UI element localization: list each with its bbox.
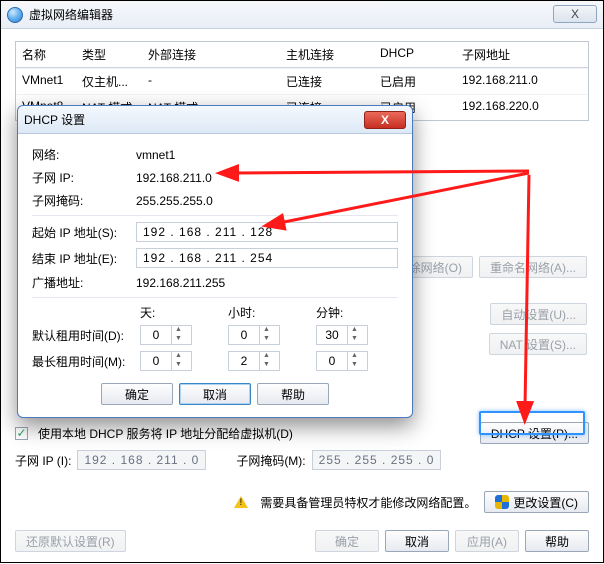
subnet-ip-value: 192.168.211.0	[136, 171, 398, 185]
cell-subnet: 192.168.220.0	[462, 99, 582, 116]
rename-network-button[interactable]: 重命名网络(A)...	[479, 256, 587, 278]
col-name: 名称	[22, 46, 82, 63]
dialog-title: DHCP 设置	[24, 111, 85, 128]
dialog-cancel-button[interactable]: 取消	[179, 383, 251, 405]
max-lease-days[interactable]: ▲▼	[140, 351, 192, 371]
network-label: 网络:	[32, 146, 136, 163]
window-titlebar: 虚拟网络编辑器 X	[1, 1, 603, 29]
subnet-ip-field[interactable]: 192 . 168 . 211 . 0	[77, 450, 206, 470]
cancel-button[interactable]: 取消	[385, 530, 449, 552]
dhcp-checkbox[interactable]: ✓	[15, 427, 28, 440]
dhcp-settings-dialog: DHCP 设置 X 网络: vmnet1 子网 IP: 192.168.211.…	[17, 105, 413, 418]
col-type: 类型	[82, 46, 148, 63]
dhcp-settings-button[interactable]: DHCP 设置(P)...	[480, 422, 589, 444]
change-settings-button[interactable]: 更改设置(C)	[484, 491, 589, 513]
start-ip-field[interactable]: 192 . 168 . 211 . 128	[136, 222, 398, 242]
apply-button[interactable]: 应用(A)	[455, 530, 519, 552]
cell-dhcp: 已启用	[380, 73, 462, 90]
col-subnet: 子网地址	[462, 46, 582, 63]
broadcast-value: 192.168.211.255	[136, 276, 398, 290]
ok-button[interactable]: 确定	[315, 530, 379, 552]
cell-name: VMnet1	[22, 73, 82, 90]
privilege-warning: 需要具备管理员特权才能修改网络配置。	[260, 494, 476, 511]
subnet-mask-label: 子网掩码:	[32, 192, 136, 209]
auto-settings-button[interactable]: 自动设置(U)...	[490, 303, 587, 325]
window-close-button[interactable]: X	[553, 5, 597, 23]
subnet-mask-value: 255.255.255.0	[136, 194, 398, 208]
dialog-help-button[interactable]: 帮助	[257, 383, 329, 405]
default-lease-label: 默认租用时间(D):	[32, 327, 136, 344]
col-ext: 外部连接	[148, 46, 286, 63]
end-ip-field[interactable]: 192 . 168 . 211 . 254	[136, 248, 398, 268]
table-header-row: 名称 类型 外部连接 主机连接 DHCP 子网地址	[16, 42, 588, 68]
subnet-mask-field[interactable]: 255 . 255 . 255 . 0	[312, 450, 442, 470]
default-lease-minutes[interactable]: ▲▼	[316, 325, 368, 345]
subnet-ip-label: 子网 IP (I):	[15, 452, 71, 469]
shield-icon	[495, 495, 509, 509]
nat-settings-button[interactable]: NAT 设置(S)...	[489, 333, 587, 355]
dialog-titlebar: DHCP 设置 X	[18, 106, 412, 134]
dialog-close-button[interactable]: X	[364, 111, 406, 129]
dialog-ok-button[interactable]: 确定	[101, 383, 173, 405]
col-dhcp: DHCP	[380, 46, 462, 63]
app-icon	[7, 7, 23, 23]
cell-type: 仅主机...	[82, 73, 148, 90]
default-lease-hours[interactable]: ▲▼	[228, 325, 280, 345]
subnet-mask-label: 子网掩码(M):	[236, 452, 305, 469]
network-value: vmnet1	[136, 148, 398, 162]
days-header: 天:	[140, 304, 192, 321]
start-ip-label: 起始 IP 地址(S):	[32, 224, 136, 241]
minutes-header: 分钟:	[316, 304, 368, 321]
max-lease-label: 最长租用时间(M):	[32, 353, 136, 370]
hours-header: 小时:	[228, 304, 280, 321]
end-ip-label: 结束 IP 地址(E):	[32, 250, 136, 267]
table-row[interactable]: VMnet1 仅主机... - 已连接 已启用 192.168.211.0	[16, 68, 588, 94]
restore-defaults-button[interactable]: 还原默认设置(R)	[15, 530, 126, 552]
col-host: 主机连接	[286, 46, 380, 63]
help-button[interactable]: 帮助	[525, 530, 589, 552]
dhcp-checkbox-label: 使用本地 DHCP 服务将 IP 地址分配给虚拟机(D)	[38, 425, 293, 442]
subnet-ip-label: 子网 IP:	[32, 169, 136, 186]
max-lease-hours[interactable]: ▲▼	[228, 351, 280, 371]
cell-ext: -	[148, 73, 286, 90]
default-lease-days[interactable]: ▲▼	[140, 325, 192, 345]
window-title: 虚拟网络编辑器	[29, 6, 113, 23]
cell-host: 已连接	[286, 73, 380, 90]
broadcast-label: 广播地址:	[32, 274, 136, 291]
cell-subnet: 192.168.211.0	[462, 73, 582, 90]
max-lease-minutes[interactable]: ▲▼	[316, 351, 368, 371]
warning-icon	[234, 496, 248, 508]
